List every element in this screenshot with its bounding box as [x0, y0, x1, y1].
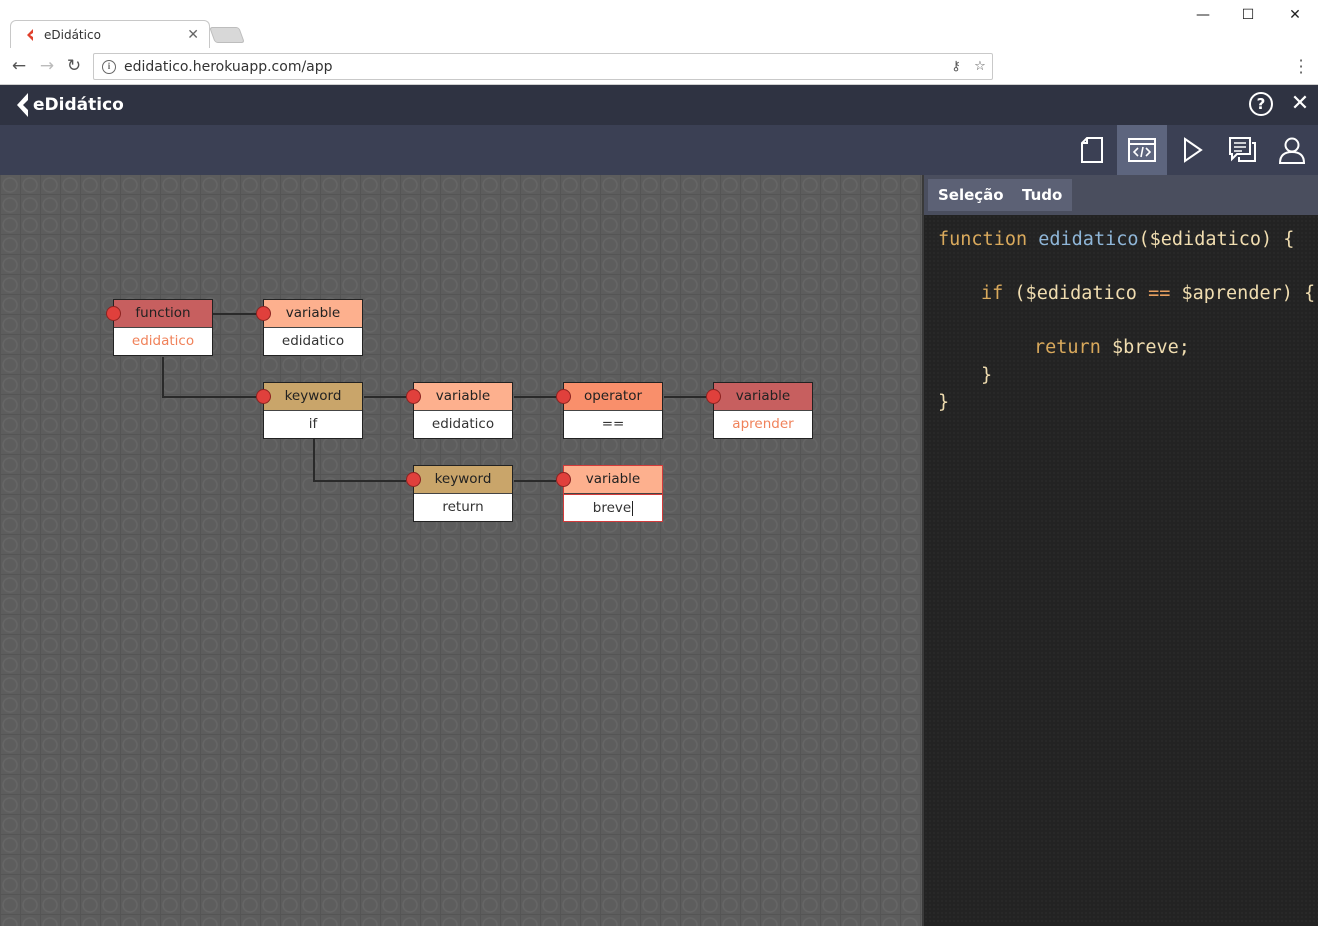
maximize-button[interactable]: ☐ — [1225, 4, 1271, 26]
node-type-label: operator — [564, 383, 662, 411]
node-variable-editing[interactable]: variable breve — [556, 465, 663, 522]
code-token: $aprender) { — [1170, 283, 1316, 304]
connection-port-icon[interactable] — [256, 306, 271, 321]
comments-button[interactable] — [1217, 125, 1267, 175]
connection-port-icon[interactable] — [556, 389, 571, 404]
reload-button[interactable]: ↻ — [63, 55, 85, 77]
node-canvas[interactable]: function edidatico variable edidatico ke… — [0, 175, 922, 926]
window-close-button[interactable]: ✕ — [1272, 4, 1318, 26]
code-token: == — [1148, 283, 1171, 304]
wire-function-keyword-if — [162, 357, 256, 398]
node-type-label: function — [114, 300, 212, 328]
node-operator[interactable]: operator == — [556, 382, 663, 439]
code-token: ($edidatico) { — [1138, 229, 1295, 250]
node-type-label: variable — [564, 466, 662, 494]
new-page-button[interactable] — [1067, 125, 1117, 175]
code-token: ($edidatico — [1014, 283, 1149, 304]
connection-port-icon[interactable] — [706, 389, 721, 404]
address-bar[interactable]: i edidatico.herokuapp.com/app ⚷ ☆ — [93, 53, 993, 80]
run-button[interactable] — [1167, 125, 1217, 175]
logo-chevron-icon — [17, 93, 28, 117]
code-token: } — [981, 365, 993, 386]
page-icon — [1081, 137, 1103, 163]
node-function[interactable]: function edidatico — [106, 299, 213, 356]
play-icon — [1184, 137, 1203, 163]
node-variable[interactable]: variable aprender — [706, 382, 813, 439]
code-line: if ($edidatico == $aprender) { — [981, 283, 1315, 304]
code-line: } — [981, 365, 992, 386]
connection-port-icon[interactable] — [406, 389, 421, 404]
profile-button[interactable] — [1267, 125, 1317, 175]
node-variable[interactable]: variable edidatico — [256, 299, 363, 356]
node-value[interactable]: == — [564, 411, 662, 438]
key-icon[interactable]: ⚷ — [944, 59, 968, 74]
connection-port-icon[interactable] — [406, 472, 421, 487]
browser-tab[interactable]: eDidático ✕ — [10, 20, 210, 48]
code-token: } — [938, 392, 950, 413]
app-logo[interactable]: eDidático — [14, 91, 124, 119]
edidatico-favicon-icon — [25, 28, 35, 41]
node-value[interactable]: edidatico — [264, 328, 362, 355]
code-tabs: Seleção Tudo — [924, 175, 1318, 215]
code-window-icon — [1128, 138, 1156, 162]
connection-port-icon[interactable] — [106, 306, 121, 321]
node-type-label: variable — [714, 383, 812, 411]
minimize-button[interactable]: — — [1180, 4, 1226, 26]
code-token: edidatico — [1038, 229, 1139, 250]
code-view-button[interactable] — [1117, 125, 1167, 175]
node-value[interactable]: edidatico — [414, 411, 512, 438]
node-keyword[interactable]: keyword return — [406, 465, 513, 522]
app-header: eDidático — [0, 85, 1318, 125]
help-button[interactable]: ? — [1249, 92, 1273, 116]
node-type-label: keyword — [414, 466, 512, 494]
node-type-label: variable — [264, 300, 362, 328]
code-token: function — [938, 229, 1039, 250]
node-value-input[interactable]: breve — [564, 494, 662, 521]
node-keyword[interactable]: keyword if — [256, 382, 363, 439]
app-close-button[interactable]: ✕ — [1288, 92, 1312, 116]
browser-toolbar: ← → ↻ i edidatico.herokuapp.com/app ⚷ ☆ … — [0, 48, 1318, 85]
connection-port-icon[interactable] — [556, 472, 571, 487]
connection-port-icon[interactable] — [256, 389, 271, 404]
user-icon — [1278, 137, 1306, 164]
node-value[interactable]: if — [264, 411, 362, 438]
node-variable[interactable]: variable edidatico — [406, 382, 513, 439]
url-text: edidatico.herokuapp.com/app — [124, 58, 333, 75]
node-value-text: breve — [592, 500, 632, 516]
logo-text: eDidático — [33, 95, 124, 115]
tab-close-icon[interactable]: ✕ — [187, 27, 199, 43]
node-type-label: keyword — [264, 383, 362, 411]
back-button[interactable]: ← — [8, 55, 30, 77]
tab-selecao[interactable]: Seleção — [928, 179, 1014, 211]
connection-wires — [162, 313, 706, 482]
tab-title: eDidático — [44, 27, 101, 42]
browser-tabstrip: eDidático ✕ — ☐ ✕ — [0, 0, 1318, 48]
node-value[interactable]: aprender — [714, 411, 812, 438]
node-value[interactable]: edidatico — [114, 328, 212, 355]
bookmark-star-icon[interactable]: ☆ — [968, 59, 992, 74]
code-token: $breve; — [1111, 337, 1190, 358]
code-token: return — [1034, 337, 1112, 358]
code-line: return $breve; — [1034, 337, 1190, 358]
chat-icon — [1229, 137, 1256, 162]
code-line: } — [938, 392, 949, 413]
browser-menu-icon[interactable]: · · · — [1296, 53, 1306, 81]
code-view[interactable]: function edidatico($edidatico) { if ($edi… — [924, 215, 1318, 923]
node-value[interactable]: return — [414, 494, 512, 521]
wire-if-return — [313, 439, 406, 482]
code-panel: Seleção Tudo function edidatico($edidati… — [922, 175, 1318, 926]
site-info-icon[interactable]: i — [102, 59, 116, 74]
forward-button[interactable]: → — [36, 55, 58, 77]
code-token: if — [981, 283, 1015, 304]
new-tab-button[interactable] — [209, 27, 245, 43]
tab-tudo[interactable]: Tudo — [1012, 179, 1073, 211]
node-type-label: variable — [414, 383, 512, 411]
text-caret — [632, 500, 634, 516]
code-line: function edidatico($edidatico) { — [938, 229, 1294, 250]
